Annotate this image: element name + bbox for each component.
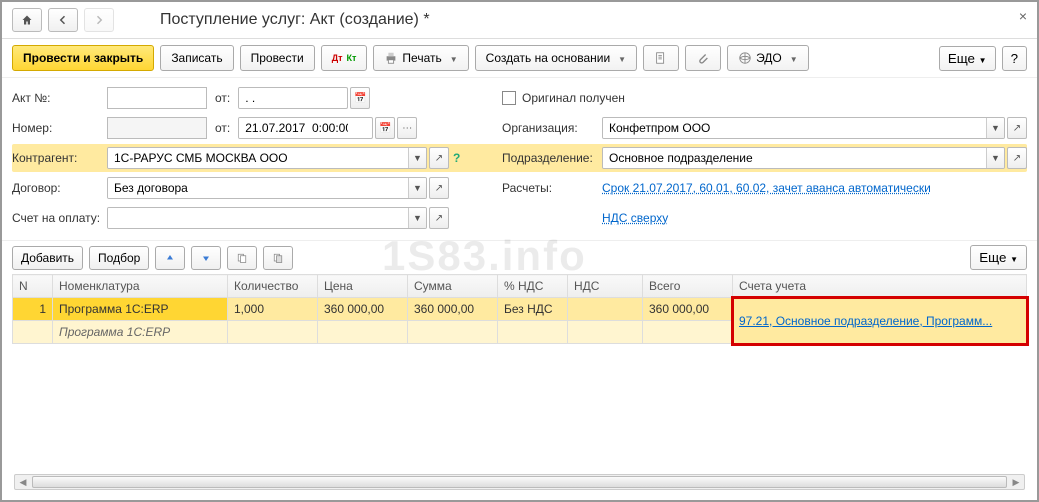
attach-button[interactable] [685, 45, 721, 71]
table-more-button[interactable]: Еще ▼ [970, 245, 1027, 270]
invoice-select[interactable]: ▼ [107, 207, 427, 229]
division-label: Подразделение: [502, 151, 602, 165]
hint-icon[interactable]: ? [453, 151, 460, 165]
post-button[interactable]: Провести [240, 45, 315, 71]
table-toolbar: Добавить Подбор Еще ▼ [2, 240, 1037, 274]
from-label-2: от: [215, 121, 230, 135]
counterparty-select[interactable]: ▼ [107, 147, 427, 169]
external-icon[interactable]: ↗ [429, 147, 449, 169]
create-based-button[interactable]: Создать на основании [475, 45, 637, 71]
toolbar-more-button[interactable]: Еще ▼ [939, 46, 996, 71]
chevron-down-icon[interactable]: ▼ [408, 178, 426, 198]
back-button[interactable] [48, 8, 78, 32]
move-up-button[interactable] [155, 246, 185, 270]
scroll-left-icon[interactable]: ◀ [15, 475, 31, 489]
nds-link[interactable]: НДС сверху [602, 211, 668, 225]
accounts-cell[interactable]: 97.21, Основное подразделение, Программ.… [733, 298, 1027, 344]
scroll-thumb[interactable] [32, 476, 1007, 488]
help-button[interactable]: ? [1002, 46, 1027, 71]
chevron-down-icon[interactable]: ▼ [408, 148, 426, 168]
external-icon[interactable]: ↗ [1007, 147, 1027, 169]
number-input[interactable] [107, 117, 207, 139]
org-select[interactable]: ▼ [602, 117, 1005, 139]
horizontal-scrollbar[interactable]: ◀ ▶ [14, 474, 1025, 490]
edo-button[interactable]: ЭДО [727, 45, 809, 71]
home-button[interactable] [12, 8, 42, 32]
chevron-down-icon[interactable]: ▼ [986, 118, 1004, 138]
external-icon[interactable]: ↗ [429, 177, 449, 199]
th-price[interactable]: Цена [318, 275, 408, 298]
calc-label: Расчеты: [502, 181, 602, 195]
calc-link[interactable]: Срок 21.07.2017, 60.01, 60.02, зачет ава… [602, 181, 931, 195]
th-nom[interactable]: Номенклатура [53, 275, 228, 298]
act-no-label: Акт №: [12, 91, 107, 105]
close-button[interactable]: × [1019, 8, 1027, 24]
dtkt-button[interactable]: ДтКт [321, 45, 368, 71]
invoice-label: Счет на оплату: [12, 211, 107, 225]
act-date-input[interactable] [238, 87, 348, 109]
chevron-down-icon[interactable]: ▼ [408, 208, 426, 228]
counterparty-label: Контрагент: [12, 151, 107, 165]
act-no-input[interactable] [107, 87, 207, 109]
save-button[interactable]: Записать [160, 45, 233, 71]
org-label: Организация: [502, 121, 602, 135]
calendar-icon-2[interactable]: 📅 [375, 117, 395, 139]
page-title: Поступление услуг: Акт (создание) * [160, 11, 430, 29]
add-button[interactable]: Добавить [12, 246, 83, 270]
external-icon[interactable]: ↗ [429, 207, 449, 229]
external-icon[interactable]: ↗ [1007, 117, 1027, 139]
top-nav: Поступление услуг: Акт (создание) * × [2, 2, 1037, 39]
copy-button[interactable] [227, 246, 257, 270]
table-row[interactable]: 1 Программа 1C:ERP 1,000 360 000,00 360 … [13, 298, 1027, 321]
items-table: N Номенклатура Количество Цена Сумма % Н… [12, 274, 1027, 344]
th-nds[interactable]: НДС [568, 275, 643, 298]
scroll-right-icon[interactable]: ▶ [1008, 475, 1024, 489]
forward-button[interactable] [84, 8, 114, 32]
th-accounts[interactable]: Счета учета [733, 275, 1027, 298]
paste-button[interactable] [263, 246, 293, 270]
calendar-icon[interactable]: 📅 [350, 87, 370, 109]
original-label: Оригинал получен [522, 91, 625, 105]
contract-select[interactable]: ▼ [107, 177, 427, 199]
from-label-1: от: [215, 91, 230, 105]
number-date-input[interactable] [238, 117, 373, 139]
th-total[interactable]: Всего [643, 275, 733, 298]
pick-button[interactable]: Подбор [89, 246, 149, 270]
th-nds-pct[interactable]: % НДС [498, 275, 568, 298]
contract-label: Договор: [12, 181, 107, 195]
ellipsis-icon[interactable]: ⋯ [397, 117, 417, 139]
files-button[interactable] [643, 45, 679, 71]
main-toolbar: Провести и закрыть Записать Провести ДтК… [2, 39, 1037, 78]
print-button[interactable]: Печать [373, 45, 468, 71]
post-and-close-button[interactable]: Провести и закрыть [12, 45, 154, 71]
number-label: Номер: [12, 121, 107, 135]
original-checkbox[interactable] [502, 91, 516, 105]
th-n[interactable]: N [13, 275, 53, 298]
chevron-down-icon[interactable]: ▼ [986, 148, 1004, 168]
form-area: Акт №: от: 📅 Оригинал получен Номер: от: [2, 78, 1037, 240]
division-select[interactable]: ▼ [602, 147, 1005, 169]
th-qty[interactable]: Количество [228, 275, 318, 298]
move-down-button[interactable] [191, 246, 221, 270]
th-sum[interactable]: Сумма [408, 275, 498, 298]
